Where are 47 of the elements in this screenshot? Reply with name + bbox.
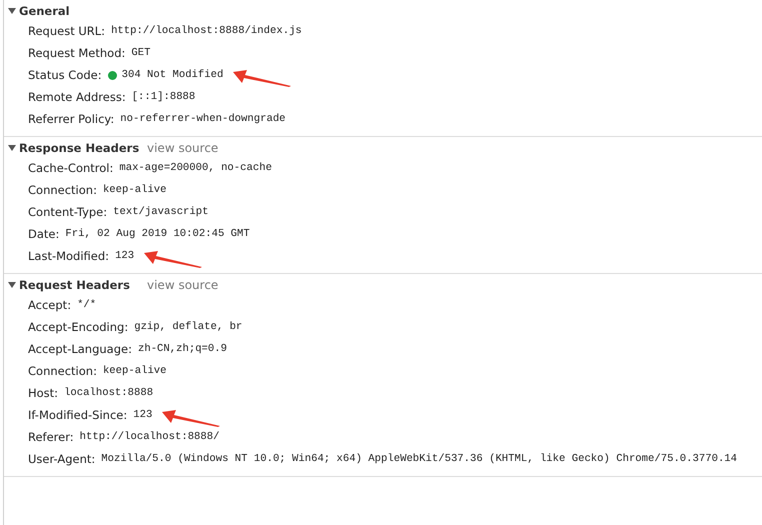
header-name: Connection: bbox=[28, 183, 97, 197]
header-value: 123 bbox=[115, 250, 134, 262]
header-name: Content-Type: bbox=[28, 205, 108, 219]
collapse-triangle-icon[interactable] bbox=[8, 281, 16, 289]
header-name: Accept-Language: bbox=[28, 342, 132, 356]
header-value: keep-alive bbox=[102, 184, 167, 196]
view-source-link[interactable]: view source bbox=[147, 141, 218, 155]
header-value: */* bbox=[77, 299, 96, 311]
header-name: User-Agent: bbox=[28, 452, 96, 466]
header-name: Status Code: bbox=[28, 68, 102, 82]
header-value: no-referrer-when-downgrade bbox=[120, 113, 286, 125]
header-name: Referrer Policy: bbox=[28, 112, 114, 126]
header-value: Fri, 02 Aug 2019 10:02:45 GMT bbox=[65, 228, 250, 240]
header-value: gzip, deflate, br bbox=[134, 321, 242, 333]
header-name: Host: bbox=[28, 386, 58, 400]
collapse-triangle-icon[interactable] bbox=[8, 144, 16, 152]
header-value: [::1]:8888 bbox=[132, 91, 196, 103]
section-title[interactable]: General bbox=[19, 4, 147, 18]
header-name: Last-Modified: bbox=[28, 249, 110, 263]
header-name: Accept-Encoding: bbox=[28, 320, 128, 334]
header-name: Referer: bbox=[28, 430, 74, 444]
header-value: Mozilla/5.0 (Windows NT 10.0; Win64; x64) AppleWebKit/537.36 (KHTML, like Gecko) Chrome/75.0.3770.14 bbox=[101, 453, 738, 465]
header-value: 304 Not Modified bbox=[122, 69, 224, 81]
header-name: Accept: bbox=[28, 298, 72, 312]
header-value: http://localhost:8888/index.js bbox=[111, 25, 302, 37]
view-source-link[interactable]: view source bbox=[147, 278, 218, 292]
annotation-arrow bbox=[162, 410, 222, 428]
header-value: text/javascript bbox=[113, 206, 208, 218]
header-name: Cache-Control: bbox=[28, 161, 114, 175]
header-value: GET bbox=[131, 47, 150, 59]
header-value: 123 bbox=[133, 409, 152, 421]
header-name: Connection: bbox=[28, 364, 97, 378]
header-value: zh-CN,zh;q=0.9 bbox=[138, 343, 227, 355]
annotation-arrow bbox=[233, 70, 294, 88]
header-value: max-age=200000, no-cache bbox=[119, 162, 272, 174]
header-value: keep-alive bbox=[102, 365, 167, 377]
header-name: Request URL: bbox=[28, 24, 106, 38]
header-name: Date: bbox=[28, 227, 60, 241]
header-name: Request Method: bbox=[28, 46, 126, 60]
header-name: Remote Address: bbox=[28, 90, 126, 104]
collapse-triangle-icon[interactable] bbox=[8, 7, 16, 15]
header-name: If-Modified-Since: bbox=[28, 408, 128, 422]
header-value: localhost:8888 bbox=[64, 387, 154, 399]
section-title[interactable]: Response Headers bbox=[19, 141, 147, 155]
section-title[interactable]: Request Headers bbox=[19, 278, 147, 292]
annotation-arrow bbox=[144, 251, 204, 269]
header-value: http://localhost:8888/ bbox=[80, 431, 220, 443]
